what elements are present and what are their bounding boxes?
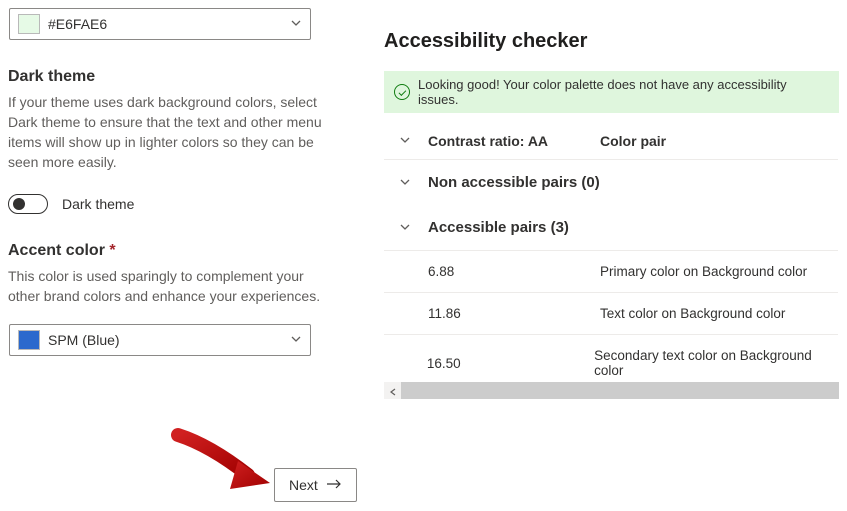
scrollbar-thumb[interactable] — [401, 382, 839, 399]
dark-theme-toggle[interactable] — [8, 194, 48, 214]
dropdown-value: SPM (Blue) — [48, 332, 290, 348]
chevron-down-icon — [290, 332, 302, 348]
table-row: 6.88 Primary color on Background color — [384, 250, 838, 292]
table-header-row: Contrast ratio: AA Color pair — [384, 121, 838, 160]
column-color-pair[interactable]: Color pair — [600, 133, 666, 149]
column-contrast-ratio[interactable]: Contrast ratio: AA — [428, 133, 600, 149]
status-success-bar: Looking good! Your color palette does no… — [384, 71, 839, 113]
status-message: Looking good! Your color palette does no… — [418, 77, 829, 107]
chevron-down-icon — [384, 175, 428, 191]
next-button[interactable]: Next — [274, 468, 357, 502]
dark-theme-heading: Dark theme — [8, 68, 338, 86]
cell-pair: Secondary text color on Background color — [594, 348, 838, 378]
cell-pair: Primary color on Background color — [600, 264, 807, 279]
accent-color-heading: Accent color * — [8, 242, 338, 260]
cell-ratio: 16.50 — [427, 356, 594, 371]
scrollbar-left-arrow-icon[interactable] — [384, 383, 401, 399]
color-swatch-icon — [18, 14, 40, 34]
group-non-accessible[interactable]: Non accessible pairs (0) — [384, 160, 838, 205]
cell-ratio: 6.88 — [428, 264, 600, 279]
accent-color-description: This color is used sparingly to compleme… — [8, 266, 334, 306]
chevron-down-icon — [384, 220, 428, 236]
accessibility-title: Accessibility checker — [384, 30, 838, 53]
cell-ratio: 11.86 — [428, 306, 600, 321]
annotation-arrow-icon — [170, 427, 280, 497]
chevron-down-icon — [290, 16, 302, 32]
toggle-knob-icon — [13, 198, 25, 210]
cell-pair: Text color on Background color — [600, 306, 785, 321]
color-swatch-icon — [18, 330, 40, 350]
arrow-right-icon — [326, 477, 342, 493]
table-row: 11.86 Text color on Background color — [384, 292, 838, 334]
dark-theme-description: If your theme uses dark background color… — [8, 92, 334, 172]
chevron-down-icon[interactable] — [384, 133, 428, 149]
accent-color-dropdown[interactable]: SPM (Blue) — [9, 324, 311, 356]
group-accessible[interactable]: Accessible pairs (3) — [384, 205, 838, 250]
dropdown-value: #E6FAE6 — [48, 16, 290, 32]
left-panel: #E6FAE6 Dark theme If your theme uses da… — [8, 8, 338, 356]
checkmark-circle-icon — [394, 84, 410, 100]
background-color-dropdown[interactable]: #E6FAE6 — [9, 8, 311, 40]
required-star-icon: * — [109, 242, 115, 259]
accessibility-checker-panel: Accessibility checker Looking good! Your… — [384, 30, 838, 391]
horizontal-scrollbar[interactable] — [384, 382, 839, 399]
dark-theme-toggle-label: Dark theme — [62, 196, 134, 212]
